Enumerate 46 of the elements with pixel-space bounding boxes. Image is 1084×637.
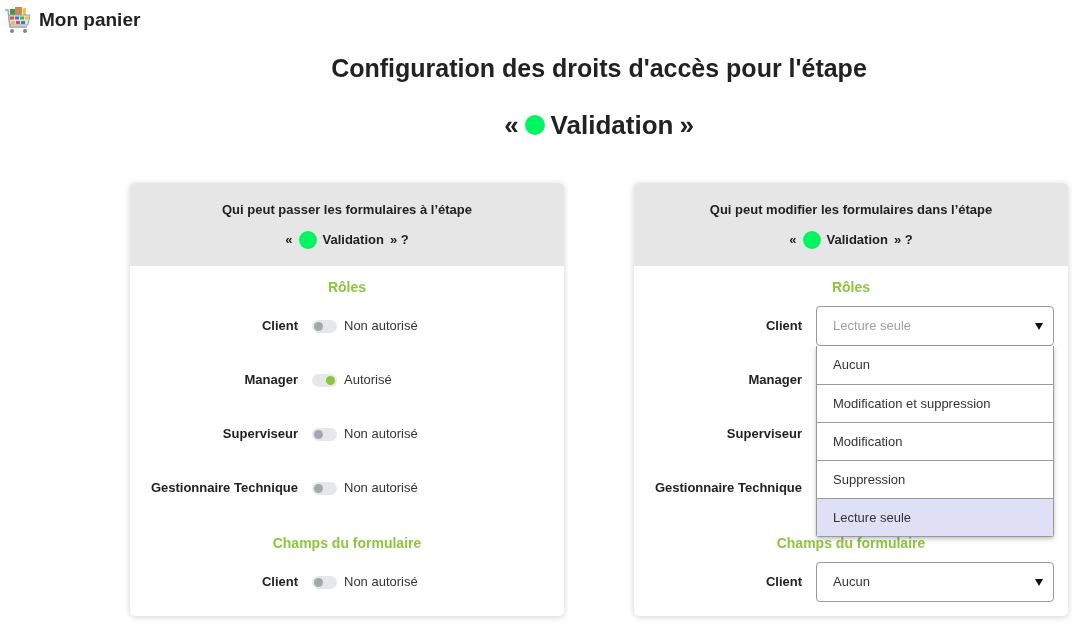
section-title: Rôles: [327, 278, 367, 297]
dropdown-option[interactable]: Modification: [817, 422, 1053, 460]
step-name: Validation: [826, 231, 888, 249]
role-label: Client: [261, 573, 298, 592]
select-field[interactable]: Aucun: [816, 562, 1054, 602]
status-text: Non autorisé: [344, 573, 418, 592]
dropdown-option[interactable]: Modification et suppression: [817, 384, 1053, 422]
status-text: Non autorisé: [344, 425, 418, 444]
close-quote: »: [679, 109, 694, 142]
toggle-switch[interactable]: [312, 575, 337, 589]
role-label: Manager: [748, 371, 802, 390]
section-title: Champs du formulaire: [272, 534, 422, 553]
step-name: Validation: [550, 109, 674, 142]
toggle-switch[interactable]: [312, 481, 337, 495]
section-title: Champs du formulaire: [776, 534, 926, 553]
close-quote: » ?: [893, 231, 913, 249]
role-label: Superviseur: [222, 425, 298, 444]
open-quote: «: [285, 231, 293, 249]
step-name: Validation: [322, 231, 384, 249]
caret-icon: [1035, 322, 1043, 330]
dropdown-option[interactable]: Aucun: [817, 346, 1053, 384]
card-title: Qui peut passer les formulaires à l’étape: [222, 201, 472, 219]
status-text: Non autorisé: [344, 317, 418, 336]
role-label: Manager: [244, 371, 298, 390]
role-label: Gestionnaire Technique: [150, 479, 298, 498]
dropdown-option[interactable]: Lecture seule: [817, 498, 1053, 536]
status-text: Non autorisé: [344, 479, 418, 498]
card-title: Qui peut modifier les formulaires dans l’étape: [709, 201, 993, 219]
caret-icon: [1035, 578, 1043, 586]
role-label: Gestionnaire Technique: [654, 479, 802, 498]
open-quote: «: [504, 109, 519, 142]
dropdown-option[interactable]: Suppression: [817, 460, 1053, 498]
toggle-switch[interactable]: [312, 373, 337, 387]
role-label: Superviseur: [726, 425, 802, 444]
role-label: Client: [261, 317, 298, 336]
role-label: Client: [765, 573, 802, 592]
role-label: Client: [765, 317, 802, 336]
status-text: Autorisé: [344, 371, 392, 390]
toggle-switch[interactable]: [312, 319, 337, 333]
open-quote: «: [789, 231, 797, 249]
app-title: Mon panier: [39, 7, 141, 32]
section-title: Rôles: [831, 278, 871, 297]
shopping-cart-icon: [4, 5, 31, 35]
toggle-switch[interactable]: [312, 427, 337, 441]
close-quote: » ?: [389, 231, 409, 249]
page-title: Configuration des droits d'accès pour l'étape: [331, 53, 867, 83]
